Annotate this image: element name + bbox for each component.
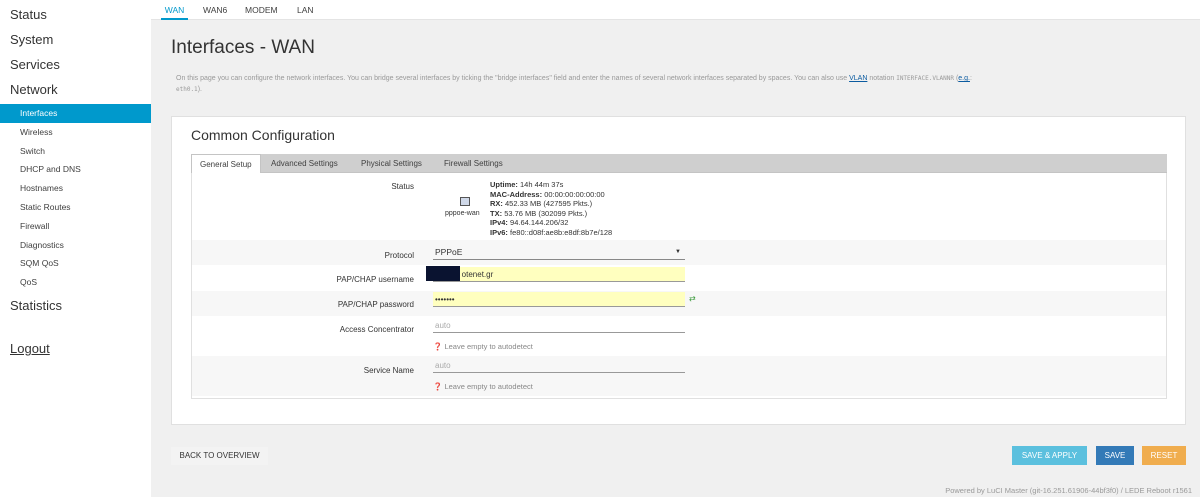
common-configuration-card: Common Configuration General Setup Advan… xyxy=(171,116,1186,425)
tab-wan[interactable]: WAN xyxy=(161,0,188,20)
desc-text: On this page you can configure the netwo… xyxy=(176,75,850,82)
ac-hint: ❓ Leave empty to autodetect xyxy=(433,342,533,351)
chevron-down-icon: ▼ xyxy=(675,249,681,255)
vlan-link[interactable]: VLAN xyxy=(849,75,867,82)
menu-dhcp-dns[interactable]: DHCP and DNS xyxy=(0,160,151,179)
back-to-overview-button[interactable]: BACK TO OVERVIEW xyxy=(171,447,268,465)
interface-name: pppoe-wan xyxy=(445,210,480,217)
menu-network[interactable]: Network xyxy=(0,75,151,100)
uptime-value: 14h 44m 37s xyxy=(520,180,564,189)
menu-static-routes[interactable]: Static Routes xyxy=(0,198,151,217)
help-icon: ❓ xyxy=(433,342,443,351)
protocol-label: Protocol xyxy=(384,251,414,260)
menu-switch[interactable]: Switch xyxy=(0,142,151,161)
mac-label: MAC-Address: xyxy=(490,189,543,199)
status-label: Status xyxy=(391,182,414,191)
access-concentrator-label: Access Concentrator xyxy=(339,325,414,334)
uptime-label: Uptime: xyxy=(490,180,518,189)
status-info: Uptime: 14h 44m 37s MAC-Address: 00:00:0… xyxy=(490,180,612,237)
protocol-value: PPPoE xyxy=(435,247,463,257)
save-button[interactable]: SAVE xyxy=(1096,446,1134,465)
ipv4-value: 94.64.144.206/32 xyxy=(510,218,569,227)
menu-wireless[interactable]: Wireless xyxy=(0,123,151,142)
username-label: PAP/CHAP username xyxy=(336,275,414,284)
section-title: Common Configuration xyxy=(191,127,335,143)
password-input[interactable] xyxy=(433,292,685,307)
ipv6-label: IPv6: xyxy=(490,227,508,237)
menu-diagnostics[interactable]: Diagnostics xyxy=(0,236,151,255)
tab-physical-settings[interactable]: Physical Settings xyxy=(353,154,430,173)
reveal-password-icon[interactable]: ⇄ xyxy=(689,294,696,303)
logout-link[interactable]: Logout xyxy=(10,341,50,356)
desc-text: : xyxy=(969,75,972,82)
menu-services[interactable]: Services xyxy=(0,50,151,75)
menu-qos[interactable]: QoS xyxy=(0,273,151,292)
tab-general-setup[interactable]: General Setup xyxy=(191,154,261,174)
menu-firewall[interactable]: Firewall xyxy=(0,217,151,236)
tab-wan6[interactable]: WAN6 xyxy=(203,0,227,20)
section-tabs: General Setup Advanced Settings Physical… xyxy=(191,154,1167,174)
desc-text: ). xyxy=(197,86,202,93)
tab-lan[interactable]: LAN xyxy=(297,0,314,20)
desc-example: eth0.1 xyxy=(176,86,198,93)
page-description: On this page you can configure the netwo… xyxy=(176,73,1176,95)
tab-advanced-settings[interactable]: Advanced Settings xyxy=(263,154,346,173)
tx-value: 53.76 MB (302099 Pkts.) xyxy=(504,208,588,218)
service-name-input[interactable] xyxy=(433,358,685,373)
reset-button[interactable]: RESET xyxy=(1142,446,1186,465)
access-concentrator-input[interactable] xyxy=(433,318,685,333)
page-title: Interfaces - WAN xyxy=(171,37,315,58)
desc-text: notation xyxy=(867,75,897,82)
service-hint: ❓ Leave empty to autodetect xyxy=(433,382,533,391)
menu-status[interactable]: Status xyxy=(0,0,151,25)
menu-system[interactable]: System xyxy=(0,25,151,50)
ac-hint-text: Leave empty to autodetect xyxy=(444,342,533,351)
tx-label: TX: xyxy=(490,208,503,218)
menu-sqm-qos[interactable]: SQM QoS xyxy=(0,254,151,273)
sidebar: Status System Services Network Interface… xyxy=(0,0,151,497)
eg-link[interactable]: e.g. xyxy=(958,75,970,82)
desc-code: INTERFACE.VLANNR xyxy=(896,75,954,82)
interface-tabs: WAN WAN6 MODEM LAN xyxy=(151,0,1200,20)
menu-interfaces[interactable]: Interfaces xyxy=(0,104,151,123)
save-apply-button[interactable]: SAVE & APPLY xyxy=(1012,446,1087,465)
menu-statistics[interactable]: Statistics xyxy=(0,291,151,316)
service-name-label: Service Name xyxy=(363,366,414,375)
username-input[interactable] xyxy=(433,267,685,282)
service-hint-text: Leave empty to autodetect xyxy=(444,382,533,391)
help-icon: ❓ xyxy=(433,382,443,391)
network-interface-icon xyxy=(460,197,470,206)
rx-value: 452.33 MB (427595 Pkts.) xyxy=(505,199,593,208)
ipv4-label: IPv4: xyxy=(490,218,508,227)
rx-label: RX: xyxy=(490,199,503,208)
redaction-box xyxy=(426,266,460,281)
tab-modem[interactable]: MODEM xyxy=(245,0,278,20)
mac-value: 00:00:00:00:00:00 xyxy=(544,189,605,199)
powered-by: Powered by LuCI Master (git-16.251.61906… xyxy=(945,486,1192,495)
password-label: PAP/CHAP password xyxy=(337,300,414,309)
protocol-select[interactable]: PPPoE ▼ xyxy=(433,245,685,260)
general-setup-panel: Status pppoe-wan Uptime: 14h 44m 37s MAC… xyxy=(191,173,1167,399)
menu-hostnames[interactable]: Hostnames xyxy=(0,179,151,198)
tab-firewall-settings[interactable]: Firewall Settings xyxy=(436,154,511,173)
ipv6-value: fe80::d08f:ae8b:e8df:8b7e/128 xyxy=(510,227,613,237)
